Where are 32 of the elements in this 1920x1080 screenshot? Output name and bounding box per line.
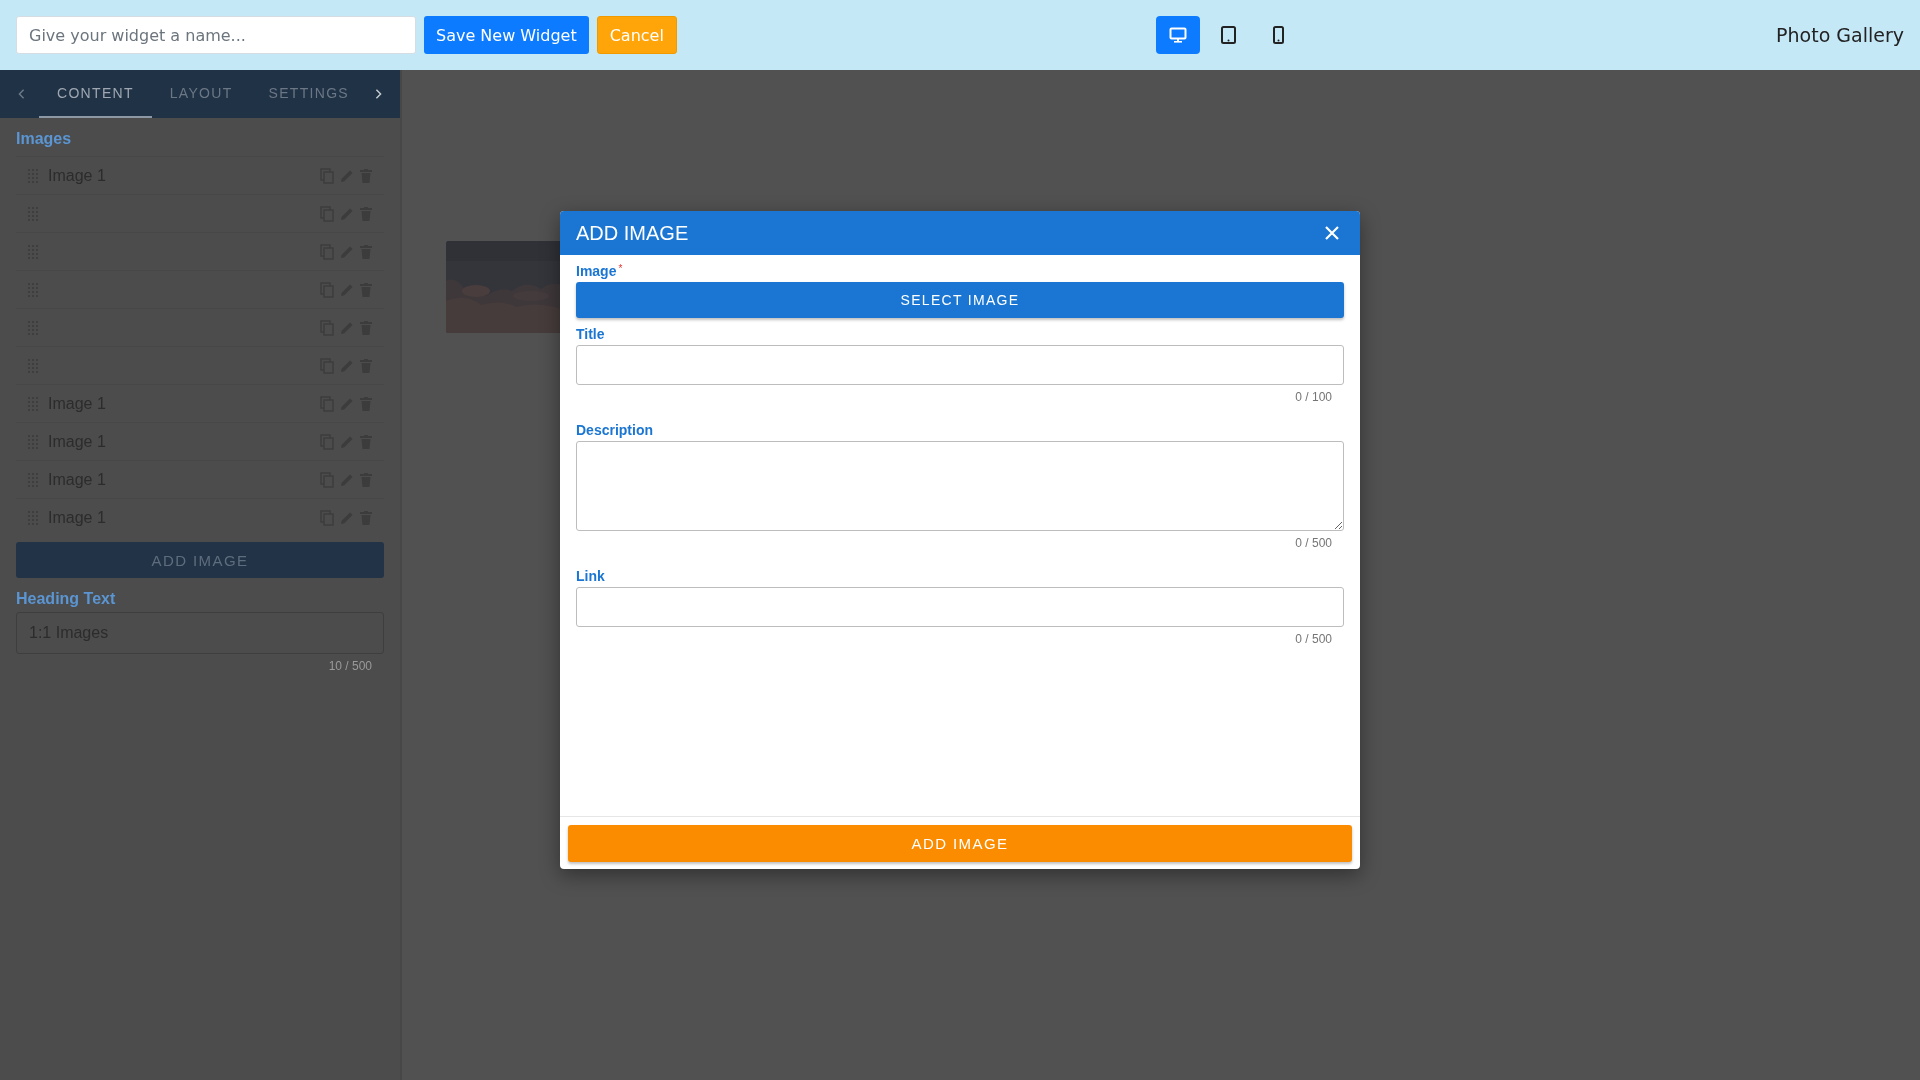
widget-name-field[interactable]: Give your widget a name... [16,16,416,54]
required-mark: * [618,263,623,274]
monitor-icon [1169,26,1188,44]
dialog-title: ADD IMAGE [576,221,689,245]
widget-type-title: Photo Gallery [1776,24,1904,46]
field-label: Link [576,568,605,586]
character-counter: 10 / 500 [327,658,373,673]
section-label: Images [16,129,73,149]
add-image-submit-button[interactable]: ADD IMAGE [568,825,1352,862]
text-input-field[interactable] [576,345,1344,385]
description-field[interactable] [576,441,1344,531]
cancel-button[interactable]: Cancel [596,16,677,54]
sidebar-tab[interactable]: SETTINGS [250,70,367,118]
save-button[interactable]: Save New Widget [424,16,589,54]
close-icon[interactable] [1324,225,1340,241]
select-image-button[interactable]: SELECT IMAGE [576,282,1344,318]
chevron-left-icon[interactable] [18,87,25,101]
text-input-field[interactable] [576,587,1344,627]
character-counter: 0 / 100 [1294,389,1333,404]
field-label: Description [576,422,653,440]
field-label: Title [576,326,605,344]
tablet-icon [1220,26,1236,44]
phone-icon [1272,26,1284,44]
sidebar-tab[interactable]: LAYOUT [151,70,251,118]
field-label: Heading Text [16,589,117,609]
field-label: Image [576,263,617,281]
character-counter: 0 / 500 [1294,631,1333,646]
chevron-right-icon[interactable] [375,87,382,101]
sidebar-tab[interactable]: CONTENT [39,70,152,118]
add-image-button[interactable]: ADD IMAGE [16,542,384,578]
character-counter: 0 / 500 [1294,535,1333,550]
desktop-view-button[interactable] [1156,16,1201,54]
